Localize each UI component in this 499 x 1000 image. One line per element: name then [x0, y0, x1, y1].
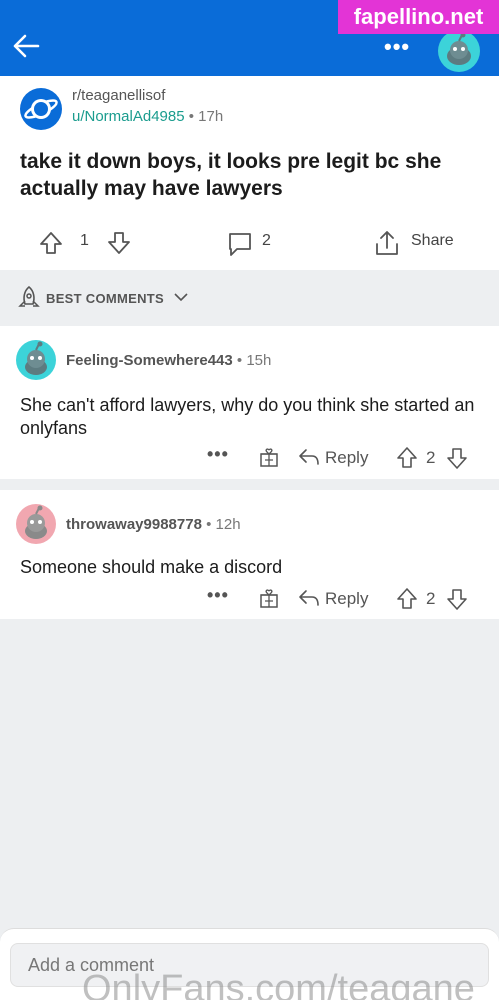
post-time: • 17h [188, 108, 224, 125]
award-gift-icon[interactable] [258, 446, 280, 468]
comment-body: Someone should make a discord [20, 557, 283, 577]
comment-body: She can't afford lawyers, why do you thi… [20, 395, 475, 438]
user-avatar[interactable] [438, 30, 480, 72]
snoo-avatar-icon [25, 505, 47, 539]
post-title: take it down boys, it looks pre legit bc… [20, 150, 442, 200]
comment-card: throwaway9988778 • 12h Someone should ma… [0, 490, 499, 619]
comment-time: • 12h [206, 516, 241, 533]
back-arrow-icon[interactable] [8, 28, 44, 64]
comment-author[interactable]: Feeling-Somewhere443 [66, 352, 233, 369]
comment-more-button[interactable]: ••• [207, 444, 229, 465]
planet-icon [24, 99, 58, 119]
reply-button[interactable]: Reply [325, 448, 368, 468]
post-card: r/teaganellisof u/NormalAd4985 • 17h tak… [0, 76, 499, 270]
subreddit-icon[interactable] [20, 88, 62, 130]
comment-actions: ••• Reply 2 [0, 444, 499, 472]
comment-more-button[interactable]: ••• [207, 585, 229, 606]
post-author-line: u/NormalAd4985 • 17h [72, 108, 223, 125]
share-icon[interactable] [374, 229, 400, 257]
watermark-bottom: OnlyFans.com/teagane [82, 968, 475, 1000]
chevron-down-icon[interactable] [174, 292, 188, 302]
reply-arrow-icon[interactable] [298, 447, 320, 467]
comment-actions: ••• Reply 2 [0, 585, 499, 613]
comment-author[interactable]: throwaway9988778 [66, 516, 202, 533]
rocket-icon [18, 285, 40, 307]
comment-score: 2 [426, 589, 436, 608]
more-options-button[interactable]: ••• [384, 34, 410, 60]
comment-avatar[interactable] [16, 504, 56, 544]
comment-bubble-icon[interactable] [226, 230, 254, 258]
upvote-icon[interactable] [396, 587, 418, 611]
subreddit-name[interactable]: r/teaganellisof [72, 87, 165, 104]
snoo-avatar-icon [25, 341, 47, 375]
downvote-icon[interactable] [446, 587, 468, 611]
upvote-icon[interactable] [396, 446, 418, 470]
watermark-top: fapellino.net [338, 0, 499, 34]
post-comment-count: 2 [262, 232, 271, 249]
award-gift-icon[interactable] [258, 587, 280, 609]
comment-avatar[interactable] [16, 340, 56, 380]
comment-score: 2 [426, 448, 436, 467]
post-vote-count: 1 [80, 232, 89, 249]
snoo-avatar-icon [447, 32, 471, 65]
downvote-icon[interactable] [106, 230, 132, 256]
reply-arrow-icon[interactable] [298, 588, 320, 608]
sort-label[interactable]: BEST COMMENTS [46, 291, 164, 306]
post-author[interactable]: u/NormalAd4985 [72, 108, 185, 125]
comment-author-line: throwaway9988778 • 12h [66, 516, 241, 533]
reply-button[interactable]: Reply [325, 589, 368, 609]
downvote-icon[interactable] [446, 446, 468, 470]
upvote-icon[interactable] [38, 230, 64, 256]
sort-bar[interactable]: BEST COMMENTS [0, 270, 499, 326]
share-button[interactable]: Share [411, 232, 454, 250]
comment-card: Feeling-Somewhere443 • 15h She can't aff… [0, 326, 499, 479]
comment-time: • 15h [236, 352, 272, 369]
comment-author-line: Feeling-Somewhere443 • 15h [66, 352, 271, 369]
post-actions: 1 2 Share [0, 228, 499, 260]
